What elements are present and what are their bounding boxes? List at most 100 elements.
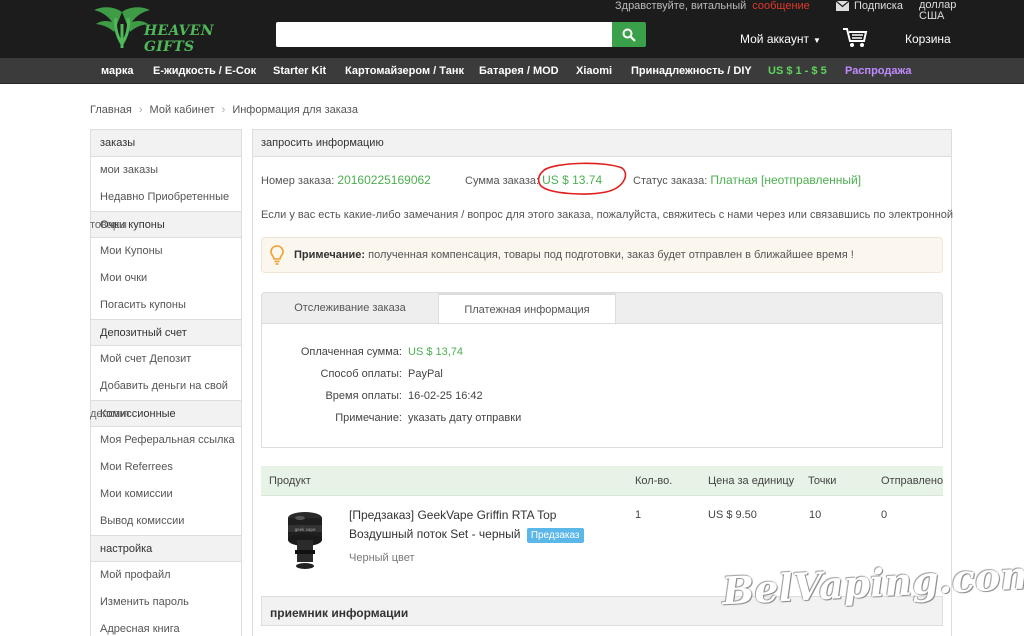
product-unit-price: US $ 9.50 [708, 509, 757, 521]
tab-payment-info[interactable]: Платежная информация [438, 293, 616, 325]
payment-label: Способ оплаты: [320, 368, 403, 380]
search-bar [276, 22, 646, 47]
chevron-right-icon: › [221, 104, 226, 116]
breadcrumb-cabinet[interactable]: Мой кабинет [150, 104, 215, 116]
nav-item-starter-kit[interactable]: Starter Kit [273, 65, 326, 77]
order-status-label: Статус заказа: [633, 175, 708, 187]
sidebar-section-coupons: товары Очки купоны [90, 211, 241, 238]
sidebar-section-orders: заказы [91, 130, 241, 157]
sidebar-item-add-money[interactable]: Добавить деньги на свой [91, 373, 241, 400]
cart-icon[interactable] [842, 27, 868, 52]
product-color: Черный цвет [349, 552, 415, 564]
account-sidebar: заказы мои заказы Недавно Приобретенные … [90, 129, 242, 636]
note-box: Примечание: полученная компенсация, това… [261, 237, 943, 273]
svg-text:geek vape: geek vape [295, 527, 316, 532]
nav-item-sale[interactable]: Распродажа [845, 65, 912, 77]
product-table-header: Продукт Кол-во. Цена за единицу Точки От… [261, 466, 943, 496]
column-points: Точки [808, 475, 837, 487]
preorder-badge: Предзаказ [526, 528, 584, 543]
column-qty: Кол-во. [635, 475, 673, 487]
nav-item-promo[interactable]: US $ 1 - $ 5 [768, 65, 827, 77]
payment-value: 16-02-25 16:42 [408, 390, 483, 402]
category-nav: марка Е-жидкость / Е-Сок Starter Kit Кар… [0, 58, 1024, 84]
logo-text: HEAVEN GIFTS [144, 23, 214, 55]
payment-value: US $ 13,74 [408, 346, 464, 358]
subscribe-link[interactable]: Подписка [836, 0, 903, 12]
order-status: Статус заказа: Платная [неотправленный] [633, 173, 861, 187]
sidebar-item-my-coupons[interactable]: Мои Купоны [91, 238, 241, 265]
greeting-text: Здравствуйте, витальный [615, 0, 747, 12]
chevron-right-icon: › [138, 104, 143, 116]
breadcrumb-home[interactable]: Главная [90, 104, 132, 116]
nav-item-tank[interactable]: Картомайзером / Танк [345, 65, 464, 77]
search-button[interactable] [612, 22, 646, 47]
panel-title: запросить информацию [253, 130, 951, 157]
sidebar-section-settings: настройка [91, 535, 241, 562]
sidebar-item-my-commissions[interactable]: Мои комиссии [91, 481, 241, 508]
nav-item-eliquid[interactable]: Е-жидкость / Е-Сок [153, 65, 256, 77]
nav-item-brand[interactable]: марка [101, 65, 133, 77]
order-tabs: Отслеживание заказа Платежная информация [261, 292, 943, 325]
sidebar-item-my-profile[interactable]: Мой профайл [91, 562, 241, 589]
messages-link[interactable]: сообщение [752, 0, 810, 12]
contact-text: Если у вас есть какие-либо замечания / в… [261, 209, 954, 221]
sidebar-item-address-book[interactable]: Адресная книга [91, 616, 241, 636]
order-number-label: Номер заказа: [261, 175, 335, 187]
sidebar-item-change-password[interactable]: Изменить пароль [91, 589, 241, 616]
order-info-panel: запросить информацию Номер заказа: 20160… [252, 129, 954, 636]
sidebar-item-recent-purchases[interactable]: Недавно Приобретенные [91, 184, 241, 211]
order-number-value: 20160225169062 [337, 173, 431, 187]
greeting: Здравствуйте, витальный сообщение [615, 0, 810, 12]
column-unit-price: Цена за единицу [708, 475, 795, 487]
sidebar-item-my-deposit[interactable]: Мой счет Депозит [91, 346, 241, 373]
chevron-down-icon: ▼ [812, 36, 821, 45]
order-status-value: Платная [неотправленный] [710, 173, 862, 187]
breadcrumb: Главная › Мой кабинет › Информация для заказ… [90, 104, 358, 116]
site-logo[interactable]: HEAVEN GIFTS [92, 4, 252, 55]
product-name[interactable]: [Предзаказ] GeekVape Griffin RTA Top Воз… [349, 506, 619, 544]
sidebar-item-referrees[interactable]: Мои Referrees [91, 454, 241, 481]
search-input[interactable] [276, 22, 613, 47]
note-body: полученная компенсация, товары под подго… [368, 249, 854, 261]
wings-logo-icon [94, 7, 150, 48]
lightbulb-icon [270, 245, 284, 265]
order-number: Номер заказа: 20160225169062 [261, 173, 431, 187]
sidebar-item-referral-link[interactable]: Моя Реферальная ссылка [91, 427, 241, 454]
note-label: Примечание: [294, 249, 366, 261]
sidebar-item-my-orders[interactable]: мои заказы [91, 157, 241, 184]
tab-tracking[interactable]: Отслеживание заказа [262, 293, 438, 324]
payment-info-body: Оплаченная сумма: US $ 13,74 Способ опла… [261, 323, 943, 448]
sidebar-item-withdraw-commission[interactable]: Вывод комиссии [91, 508, 241, 535]
red-circle-annotation [537, 162, 627, 195]
note-text: Примечание: полученная компенсация, това… [294, 249, 854, 261]
product-qty: 1 [635, 509, 642, 521]
product-points: 10 [809, 509, 822, 521]
account-menu[interactable]: Мой аккаунт ▼ [740, 32, 821, 46]
product-name-text: [Предзаказ] GeekVape Griffin RTA Top Воз… [349, 508, 557, 541]
top-header: HEAVEN GIFTS Здравствуйте, витальный сооб… [0, 0, 1024, 58]
payment-label: Время оплаты: [325, 390, 402, 402]
payment-value: указать дату отправки [408, 412, 522, 424]
account-label: Мой аккаунт [740, 32, 809, 46]
column-shipped: Отправлено [881, 475, 944, 487]
product-shipped: 0 [881, 509, 888, 521]
column-product: Продукт [269, 475, 311, 487]
nav-item-xiaomi[interactable]: Xiaomi [576, 65, 612, 77]
nav-item-battery[interactable]: Батарея / MOD [479, 65, 559, 77]
product-image[interactable]: geek vape [279, 508, 331, 574]
sidebar-item-my-points[interactable]: Мои очки [91, 265, 241, 292]
breadcrumb-current: Информация для заказа [232, 104, 358, 116]
currency-line2: США [919, 10, 945, 22]
sidebar-section-commissions: депозит Комиссионные [90, 400, 241, 427]
sidebar-item-redeem-coupons[interactable]: Погасить купоны [91, 292, 241, 319]
payment-label: Оплаченная сумма: [300, 346, 402, 358]
cart-link[interactable]: Корзина [905, 32, 951, 46]
currency-selector[interactable]: доллар США [919, 0, 956, 22]
search-icon [622, 28, 636, 42]
nav-item-accessory[interactable]: Принадлежность / DIY [631, 65, 752, 77]
subscribe-label: Подписка [854, 0, 903, 12]
overflow-text: депозит [90, 408, 131, 420]
overflow-text: товары [90, 219, 127, 231]
payment-value: PayPal [408, 368, 443, 380]
order-sum-label: Сумма заказа: [465, 175, 540, 187]
